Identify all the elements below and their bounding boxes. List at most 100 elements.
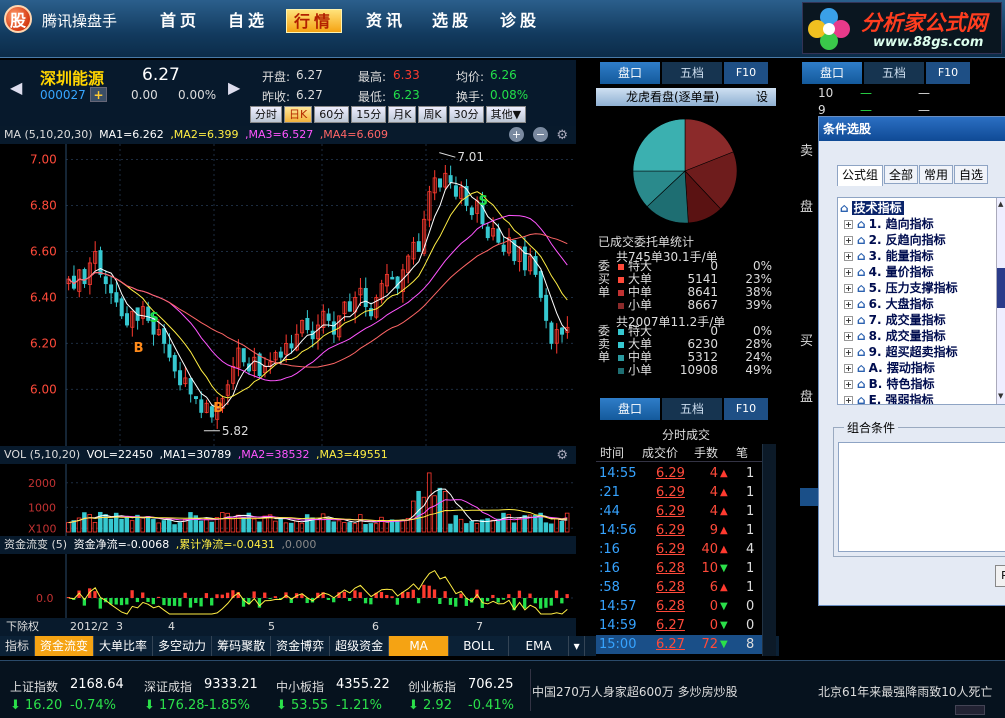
expand-icon[interactable]: + xyxy=(844,268,853,277)
index-sme[interactable]: 中小板指 4355.22 ⬇ 53.55 -1.21% xyxy=(270,661,400,718)
expand-icon[interactable]: + xyxy=(844,284,853,293)
expand-icon[interactable]: + xyxy=(844,348,853,357)
ticks-scrollbar[interactable] xyxy=(762,444,776,656)
nav-tab-news[interactable]: 资讯 xyxy=(358,9,414,33)
tree-item[interactable]: + ⌂ A. 摆动指标 xyxy=(844,360,935,376)
period-tab-15min[interactable]: 15分 xyxy=(351,106,387,123)
period-tab-daily[interactable]: 日K xyxy=(284,106,313,123)
indicator-tab-ema[interactable]: EMA xyxy=(509,636,570,656)
indicator-tab-ma[interactable]: MA xyxy=(389,636,450,656)
tab-order-book[interactable]: 盘口 xyxy=(600,62,660,84)
tab-common[interactable]: 常用 xyxy=(919,165,954,184)
nav-tab-stock-picker[interactable]: 选股 xyxy=(424,9,480,33)
tab-five-levels[interactable]: 五档 xyxy=(864,62,924,84)
money-flow-bar xyxy=(448,598,453,605)
indicator-tab-big-order-ratio[interactable]: 大单比率 xyxy=(94,636,154,656)
tick-price: 6.29 xyxy=(656,523,685,538)
zoom-out-button[interactable]: − xyxy=(533,127,548,142)
gear-icon[interactable]: ⚙ xyxy=(556,127,568,145)
money-flow-bar xyxy=(326,598,331,600)
zoom-in-button[interactable]: + xyxy=(509,127,524,142)
candle-body xyxy=(82,269,87,285)
indicator-tab-bull-bear[interactable]: 多空动力 xyxy=(153,636,213,656)
index-chinext[interactable]: 创业板指 706.25 ⬇ 2.92 -0.41% xyxy=(402,661,532,718)
nav-tab-home[interactable]: 首页 xyxy=(152,9,208,33)
period-tab-other[interactable]: 其他▼ xyxy=(485,106,527,123)
period-tab-30min[interactable]: 30分 xyxy=(448,106,484,123)
ticker-scroll-handle[interactable] xyxy=(955,705,985,715)
expand-icon[interactable]: + xyxy=(844,236,853,245)
expand-icon[interactable]: + xyxy=(844,396,853,404)
prev-stock-arrow-icon[interactable]: ◀ xyxy=(10,78,22,97)
add-to-watchlist-button[interactable]: + xyxy=(90,87,107,102)
nav-tab-watchlist[interactable]: 自选 xyxy=(220,9,276,33)
tab-five-levels[interactable]: 五档 xyxy=(662,398,722,420)
tree-item[interactable]: + ⌂ 5. 压力支撑指标 xyxy=(844,280,958,296)
tabs-scroll-arrow-icon[interactable]: ▾ xyxy=(569,636,586,656)
tree-item[interactable]: + ⌂ 7. 成交量指标 xyxy=(844,312,946,328)
scroll-thumb[interactable] xyxy=(997,268,1005,308)
level-row: 9 — — xyxy=(818,103,930,117)
candle-body xyxy=(310,330,315,340)
ex-rights-label[interactable]: 下除权 xyxy=(6,618,39,636)
index-shanghai[interactable]: 上证指数 2168.64 ⬇ 16.20 -0.74% xyxy=(4,661,134,718)
period-tab-weekly[interactable]: 周K xyxy=(418,106,447,123)
next-stock-arrow-icon[interactable]: ▶ xyxy=(228,78,240,97)
nav-tab-diagnosis[interactable]: 诊股 xyxy=(492,9,548,33)
tree-item[interactable]: + ⌂ 1. 趋向指标 xyxy=(844,216,934,232)
dialog-title[interactable]: 条件选股 xyxy=(819,117,1005,141)
news-headline[interactable]: 北京61年来最强降雨致10人死亡 xyxy=(818,683,993,700)
tree-item[interactable]: + ⌂ 4. 量价指标 xyxy=(844,264,934,280)
indicator-tab-money-flow[interactable]: 资金流变 xyxy=(35,636,95,656)
nav-tab-market[interactable]: 行情 xyxy=(286,9,342,33)
tree-scrollbar[interactable]: ▲ ▼ xyxy=(996,198,1005,404)
dialog-action-button[interactable]: R xyxy=(995,565,1005,587)
period-tab-intraday[interactable]: 分时 xyxy=(250,106,282,123)
period-tab-60min[interactable]: 60分 xyxy=(314,106,350,123)
tab-all[interactable]: 全部 xyxy=(884,165,919,184)
candlestick-chart[interactable]: 7.006.806.606.406.206.007.015.82BBSS xyxy=(0,144,576,446)
formula-tree[interactable]: ⌂ 技术指标 + ⌂ 1. 趋向指标 + ⌂ 2. 反趋向指标 + ⌂ 3. 能量指标 + ⌂ 4. 量… xyxy=(837,197,1005,405)
indicator-tab-chips[interactable]: 筹码聚散 xyxy=(212,636,272,656)
expand-icon[interactable]: + xyxy=(844,252,853,261)
tab-custom[interactable]: 自选 xyxy=(954,165,989,184)
news-headline[interactable]: 中国270万人身家超600万 多炒房炒股 xyxy=(532,683,738,700)
tab-five-levels[interactable]: 五档 xyxy=(662,62,722,84)
tree-item[interactable]: + ⌂ 8. 成交量指标 xyxy=(844,328,946,344)
brand-url[interactable]: www.88gs.com xyxy=(873,35,983,50)
tab-order-book[interactable]: 盘口 xyxy=(600,398,660,420)
index-shenzhen[interactable]: 深证成指 9333.21 ⬇ 176.28 -1.85% xyxy=(138,661,268,718)
tab-order-book[interactable]: 盘口 xyxy=(802,62,862,84)
expand-icon[interactable]: + xyxy=(844,316,853,325)
combo-conditions-box[interactable] xyxy=(838,442,1005,552)
scroll-down-icon[interactable]: ▼ xyxy=(998,392,1003,400)
volume-chart[interactable]: 2000 1000 X100 xyxy=(0,464,576,536)
tree-item[interactable]: + ⌂ 9. 超买超卖指标 xyxy=(844,344,958,360)
gear-icon[interactable]: ⚙ xyxy=(556,447,568,465)
tree-item[interactable]: + ⌂ E. 强弱指标 xyxy=(844,392,934,404)
top-navigation-bar: 股 腾讯操盘手 首页 自选 行情 资讯 选股 诊股 分析家公式网 www.88g… xyxy=(0,0,1005,58)
indicator-tab-boll[interactable]: BOLL xyxy=(449,636,510,656)
tab-formula-group[interactable]: 公式组 xyxy=(837,165,884,186)
period-tab-monthly[interactable]: 月K xyxy=(388,106,417,123)
expand-icon[interactable]: + xyxy=(844,220,853,229)
money-flow-chart[interactable]: 0.0 xyxy=(0,554,576,618)
tree-item[interactable]: + ⌂ B. 特色指标 xyxy=(844,376,934,392)
f10-button[interactable]: F10 xyxy=(724,398,768,420)
expand-icon[interactable]: + xyxy=(844,332,853,341)
dragon-settings-button[interactable]: 设 xyxy=(756,88,774,105)
expand-icon[interactable]: + xyxy=(844,300,853,309)
f10-button[interactable]: F10 xyxy=(926,62,970,84)
scroll-up-icon[interactable]: ▲ xyxy=(998,200,1003,208)
tree-item[interactable]: + ⌂ 6. 大盘指标 xyxy=(844,296,934,312)
volume-bar xyxy=(336,520,342,533)
expand-icon[interactable]: + xyxy=(844,380,853,389)
tick-count: 0 xyxy=(746,599,755,614)
tree-item[interactable]: + ⌂ 2. 反趋向指标 xyxy=(844,232,946,248)
tree-item[interactable]: + ⌂ 3. 能量指标 xyxy=(844,248,934,264)
indicator-tab-super-capital[interactable]: 超级资金 xyxy=(330,636,390,656)
expand-icon[interactable]: + xyxy=(844,364,853,373)
indicator-tab-capital-game[interactable]: 资金博弈 xyxy=(271,636,331,656)
f10-button[interactable]: F10 xyxy=(724,62,768,84)
tree-root[interactable]: ⌂ 技术指标 xyxy=(840,200,904,216)
